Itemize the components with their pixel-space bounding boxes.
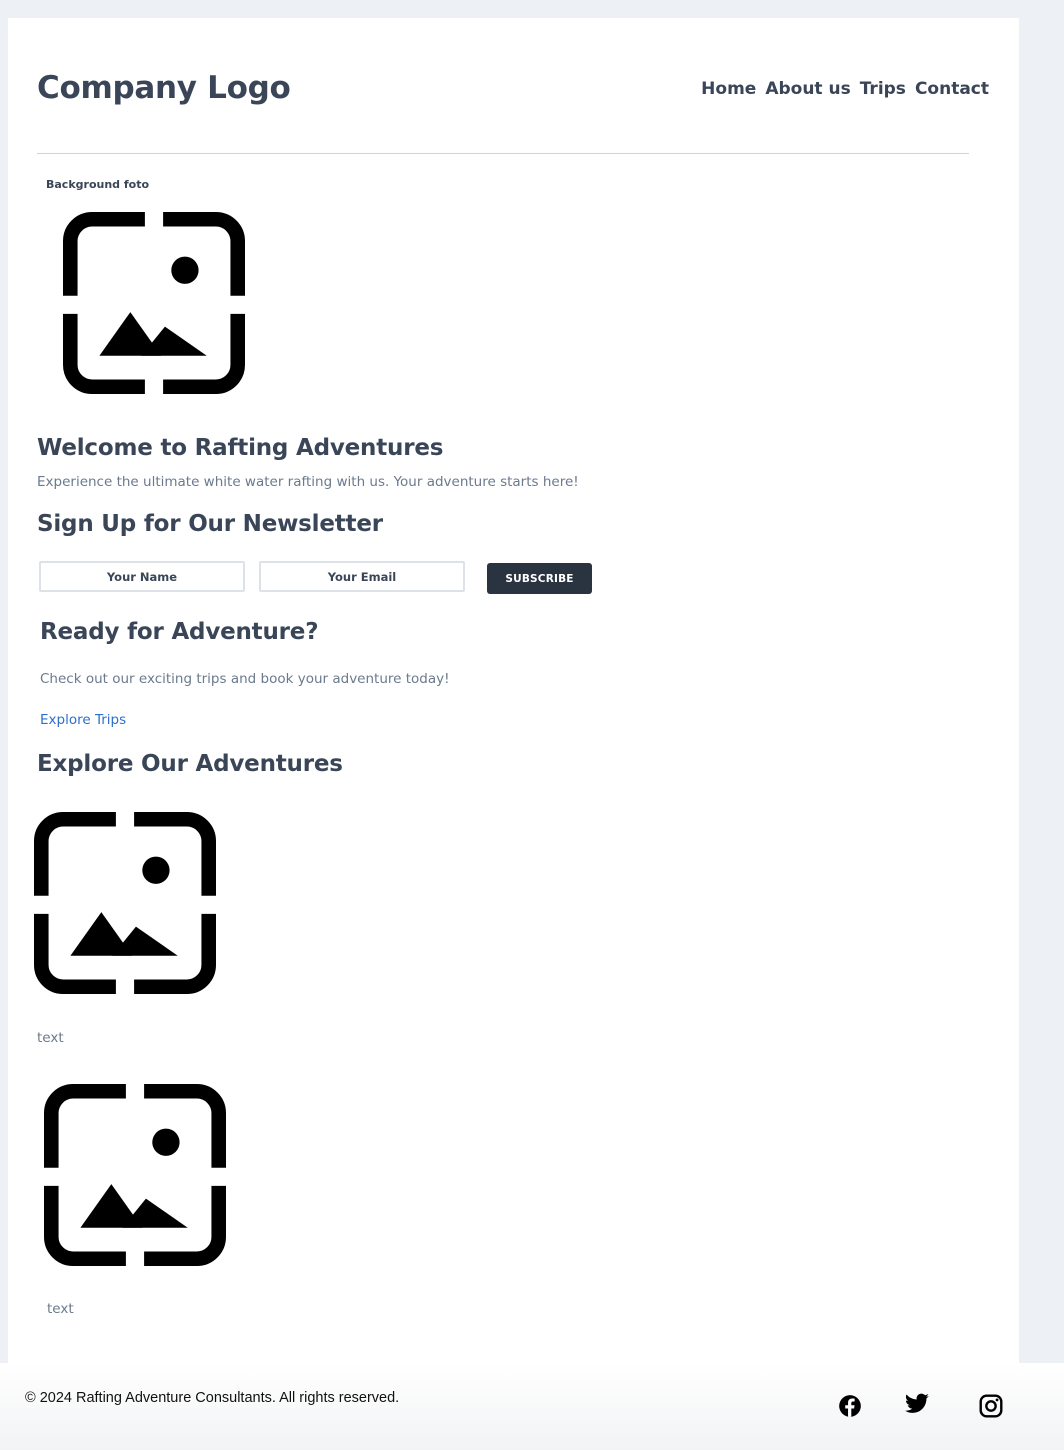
subscribe-button[interactable]: SUBSCRIBE — [487, 563, 592, 594]
hero-title: Welcome to Rafting Adventures — [37, 435, 444, 461]
nav-trips[interactable]: Trips — [860, 79, 906, 99]
main-nav: Home About us Trips Contact — [701, 79, 989, 99]
nav-home[interactable]: Home — [701, 79, 756, 99]
cta-text: Check out our exciting trips and book yo… — [40, 671, 450, 687]
image-placeholder-icon — [63, 212, 245, 394]
adventure-caption: text — [47, 1301, 74, 1317]
company-logo[interactable]: Company Logo — [37, 70, 291, 106]
twitter-icon[interactable] — [904, 1391, 930, 1417]
nav-about-us[interactable]: About us — [765, 79, 850, 99]
page-container: Company Logo Home About us Trips Contact… — [8, 18, 1019, 1450]
newsletter-title: Sign Up for Our Newsletter — [37, 511, 383, 537]
copyright-text: © 2024 Rafting Adventure Consultants. Al… — [25, 1390, 400, 1406]
image-placeholder-icon — [34, 812, 216, 994]
facebook-icon[interactable] — [837, 1393, 863, 1419]
explore-trips-link[interactable]: Explore Trips — [40, 712, 126, 728]
image-placeholder-icon — [44, 1084, 226, 1266]
adventure-caption: text — [37, 1030, 64, 1046]
nav-contact[interactable]: Contact — [915, 79, 989, 99]
instagram-icon[interactable] — [978, 1393, 1004, 1419]
adventures-title: Explore Our Adventures — [37, 751, 343, 777]
cta-title: Ready for Adventure? — [40, 619, 319, 645]
background-photo-label: Background foto — [46, 178, 150, 191]
hero-subtitle: Experience the ultimate white water raft… — [37, 474, 579, 490]
header-divider — [37, 153, 969, 154]
name-input[interactable] — [39, 561, 245, 592]
email-input[interactable] — [259, 561, 465, 592]
